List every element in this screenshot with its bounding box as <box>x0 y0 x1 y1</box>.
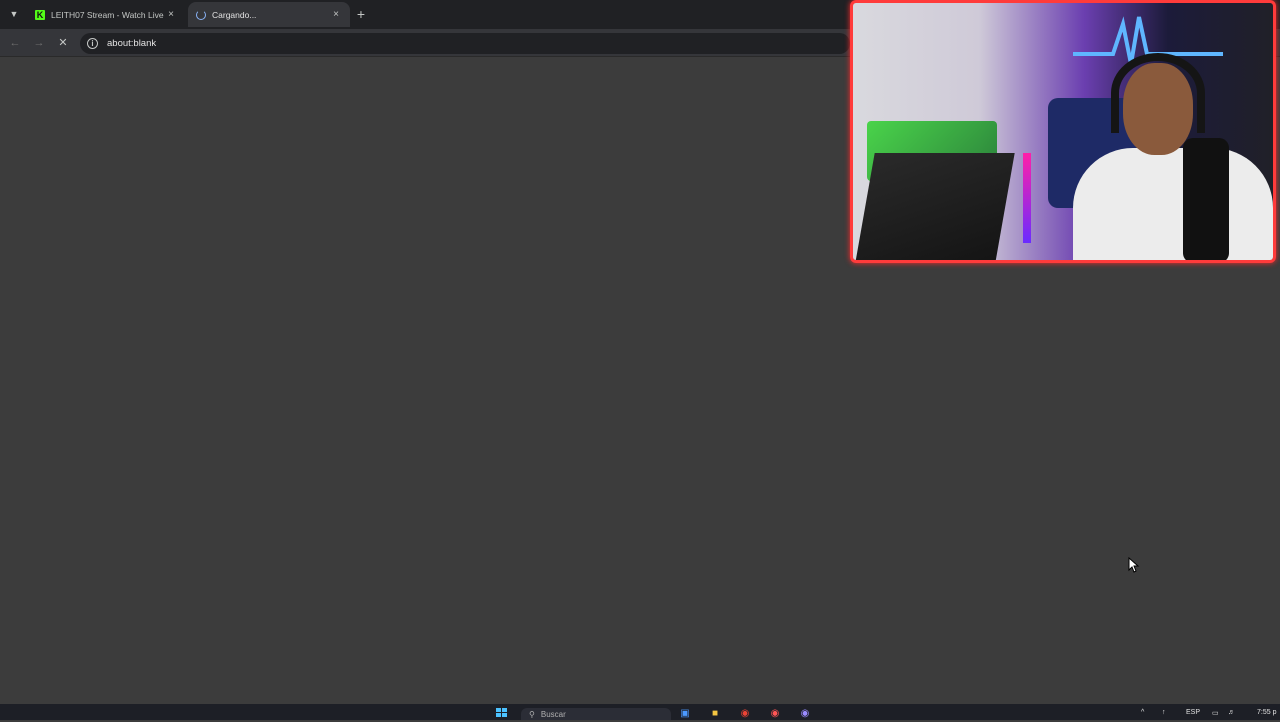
chevron-up-icon[interactable]: ^ <box>1141 709 1144 716</box>
tab-title: Cargando... <box>212 9 257 20</box>
tab-title: LEITH07 Stream - Watch Live o <box>51 9 165 20</box>
figure-shelf <box>855 153 1015 260</box>
close-icon: ✕ <box>58 37 68 49</box>
chevron-down-icon: ▼ <box>9 9 19 19</box>
tab-leith07-stream[interactable]: K LEITH07 Stream - Watch Live o × <box>27 2 185 27</box>
volume-icon[interactable]: ♬ <box>1228 709 1235 716</box>
led-strip <box>1023 153 1031 243</box>
clock[interactable]: 7:55 p <box>1257 709 1276 716</box>
search-placeholder: Buscar <box>540 709 566 719</box>
back-arrow-icon: ← <box>9 37 21 49</box>
headset <box>1111 53 1205 133</box>
back-button[interactable]: ← <box>6 34 24 52</box>
new-tab-button[interactable]: + <box>354 6 368 22</box>
store-icon[interactable]: ▣ <box>678 708 692 720</box>
url-text[interactable]: about:blank <box>107 38 156 49</box>
microphone <box>1183 138 1229 260</box>
stop-loading-button[interactable]: ✕ <box>54 34 72 52</box>
address-bar[interactable]: i about:blank <box>80 33 850 54</box>
close-tab-icon[interactable]: × <box>165 9 177 20</box>
tab-search-button[interactable]: ▼ <box>5 6 23 22</box>
windows-start-icon[interactable] <box>495 708 509 720</box>
language-indicator[interactable]: ESP <box>1186 709 1200 716</box>
forward-button[interactable]: → <box>30 34 48 52</box>
shirt <box>1073 148 1273 260</box>
chrome-icon[interactable]: ◉ <box>738 708 752 720</box>
close-tab-icon[interactable]: × <box>330 9 342 20</box>
windows-taskbar: ⚲ Buscar ▣ ■ ◉ ◉ ◉ ^ ↑ ESP ▭ ♬ 7:55 p <box>0 704 1280 720</box>
site-info-icon[interactable]: i <box>87 38 98 49</box>
app-icon[interactable]: ◉ <box>768 708 782 720</box>
tray-icon[interactable]: ↑ <box>1162 709 1166 716</box>
webcam-overlay <box>850 0 1276 263</box>
loading-spinner-icon <box>196 9 206 20</box>
tab-cargando[interactable]: Cargando... × <box>188 2 350 27</box>
app-icon[interactable]: ◉ <box>798 708 812 720</box>
mouse-cursor-icon <box>1128 557 1140 573</box>
forward-arrow-icon: → <box>33 37 45 49</box>
streamer <box>1063 43 1273 260</box>
search-icon: ⚲ <box>529 709 535 719</box>
network-icon[interactable]: ▭ <box>1212 709 1219 717</box>
taskbar-search[interactable]: ⚲ Buscar <box>521 708 671 720</box>
kick-logo-icon: K <box>35 9 45 20</box>
folder-icon[interactable]: ■ <box>708 708 722 720</box>
